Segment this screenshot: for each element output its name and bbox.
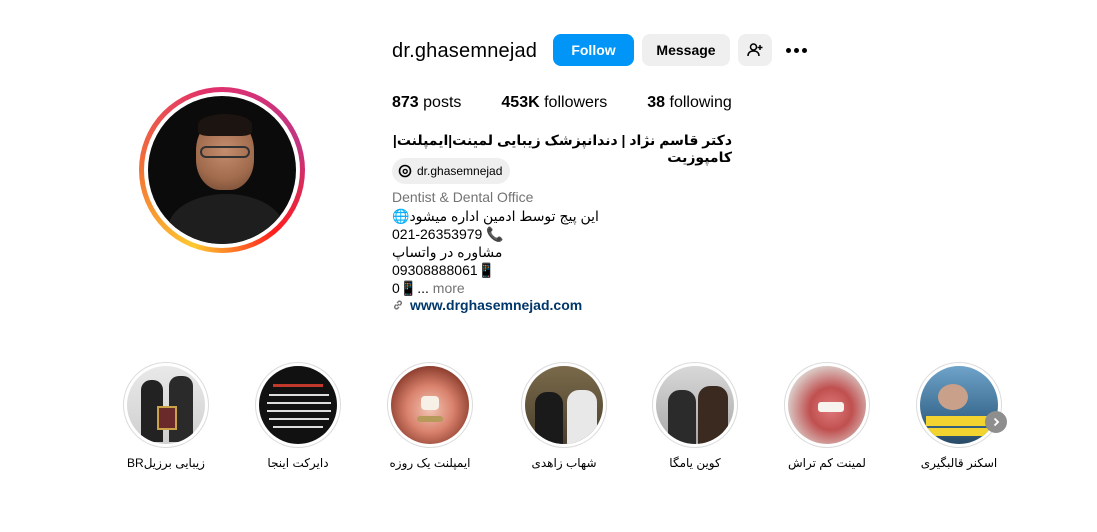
threads-handle: dr.ghasemnejad [417,164,503,178]
highlight-photo-icon [127,366,205,444]
highlight-label: لمینت کم تراش [788,456,866,470]
highlight-item[interactable]: شهاب زاهدی [514,362,614,470]
following-label: following [669,94,732,111]
highlight-item[interactable]: لمینت کم تراش [777,362,877,470]
avatar-photo [148,96,296,244]
highlight-text-icon [259,366,337,444]
avatar-body-shape [168,194,284,244]
bio-line: 021-26353979 📞 [392,226,504,242]
highlights-next-button[interactable] [985,411,1007,433]
link-icon [394,300,402,310]
highlight-item[interactable]: دایرکت اینجا [248,362,348,470]
website-url: www.drghasemnejad.com [410,297,583,313]
highlight-photo-icon [656,366,734,444]
more-options-icon [785,47,807,53]
posts-count: 873 [392,94,419,111]
highlight-label: کوین یامگا [669,456,721,470]
following-stat[interactable]: 38 following [647,94,732,112]
followers-stat[interactable]: 453K followers [501,94,607,112]
highlight-ring [123,362,209,448]
threads-badge[interactable]: dr.ghasemnejad [392,158,511,184]
profile-bio: 🌐این پیج توسط ادمین اداره میشود 021-2635… [392,207,599,297]
highlight-label: زیبایی برزیلBR [127,456,205,470]
highlight-photo-icon [391,366,469,444]
followers-label: followers [544,94,608,111]
posts-label: posts [423,94,462,111]
follow-button[interactable]: Follow [553,34,634,66]
threads-icon [398,164,412,178]
highlight-photo-icon [920,366,998,444]
following-count: 38 [647,94,666,111]
highlight-label: دایرکت اینجا [267,456,329,470]
highlight-ring [784,362,870,448]
highlight-ring [387,362,473,448]
highlight-ring [255,362,341,448]
highlight-photo-icon [525,366,603,444]
highlight-item[interactable]: ایمپلنت یک روزه [380,362,480,470]
story-highlights: زیبایی برزیلBR دایرکت اینجا ایمپلنت یک ر… [0,362,1097,482]
add-user-icon [747,43,763,57]
profile-username: dr.ghasemnejad [392,40,538,62]
more-options-button[interactable] [780,34,812,66]
profile-category: Dentist & Dental Office [392,189,534,205]
avatar-hair-shape [198,114,252,136]
message-button[interactable]: Message [642,34,730,66]
bio-line: 09308888061📱 [392,262,496,278]
profile-avatar[interactable] [139,87,305,253]
bio-line-last: 0📱... more [392,279,599,297]
highlight-label: شهاب زاهدی [531,456,597,470]
bio-line: 🌐این پیج توسط ادمین اداره میشود [392,208,599,224]
bio-line: مشاوره در واتساپ [392,244,503,260]
website-link[interactable]: www.drghasemnejad.com [392,297,582,313]
bio-line: 0📱... [392,280,429,296]
highlight-ring [652,362,738,448]
highlight-ring [916,362,1002,448]
chevron-right-icon [993,417,1000,427]
highlight-label: ایمپلنت یک روزه [389,456,471,470]
posts-stat: 873 posts [392,94,461,112]
avatar-inner [144,92,300,248]
more-link[interactable]: more [433,280,465,296]
highlight-label: اسکنر قالبگیری [920,456,998,470]
avatar-glasses-shape [200,146,250,158]
profile-stats: 873 posts 453K followers 38 following [392,94,772,112]
followers-count: 453K [501,94,540,111]
highlight-photo-icon [788,366,866,444]
highlight-item[interactable]: زیبایی برزیلBR [116,362,216,470]
highlight-ring [521,362,607,448]
suggested-users-button[interactable] [738,34,772,66]
highlight-item[interactable]: کوین یامگا [645,362,745,470]
